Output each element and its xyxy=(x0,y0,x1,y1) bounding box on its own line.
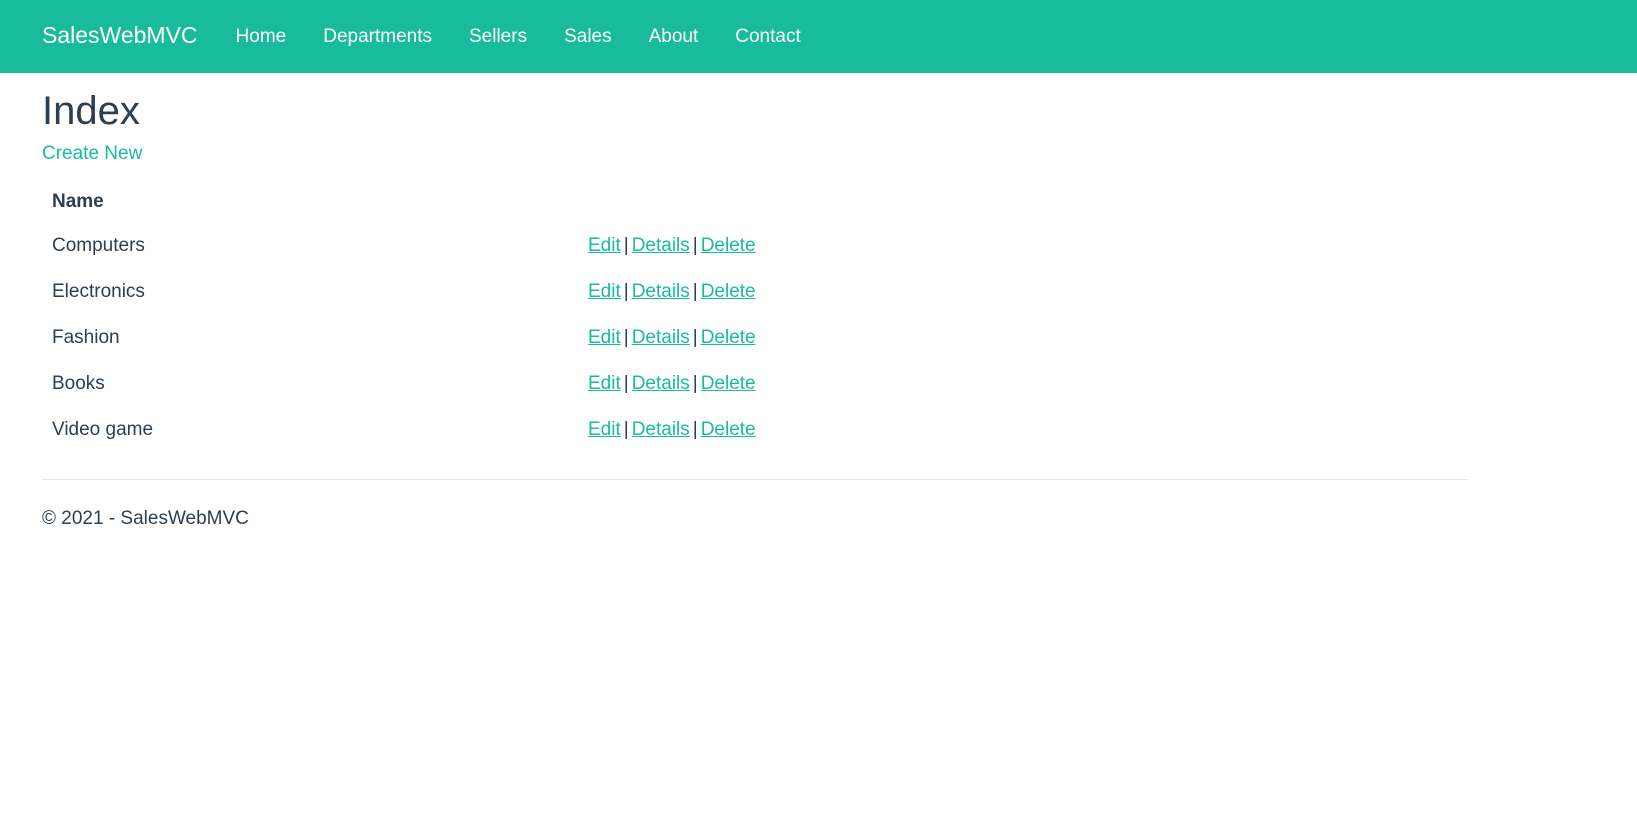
main-content: Index Create New Name Computers Edit | Det… xyxy=(0,87,1468,530)
table-row: Video game Edit | Details | Delete xyxy=(42,407,1468,453)
nav-item-sales[interactable]: Sales xyxy=(564,26,612,48)
delete-link[interactable]: Delete xyxy=(701,419,756,440)
separator: | xyxy=(623,281,629,302)
separator: | xyxy=(692,419,698,440)
edit-link[interactable]: Edit xyxy=(588,419,621,440)
name-column-header: Name xyxy=(52,191,104,212)
nav-item-departments[interactable]: Departments xyxy=(323,26,432,48)
footer-text: © 2021 - SalesWebMVC xyxy=(42,508,249,529)
table-row: Electronics Edit | Details | Delete xyxy=(42,269,1468,315)
details-link[interactable]: Details xyxy=(632,419,690,440)
row-actions: Edit | Details | Delete xyxy=(578,315,1468,361)
nav-item-sellers[interactable]: Sellers xyxy=(469,26,527,48)
edit-link[interactable]: Edit xyxy=(588,235,621,256)
separator: | xyxy=(692,373,698,394)
table-header-row: Name xyxy=(42,181,1468,223)
edit-link[interactable]: Edit xyxy=(588,281,621,302)
table-row: Fashion Edit | Details | Delete xyxy=(42,315,1468,361)
row-actions: Edit | Details | Delete xyxy=(578,269,1468,315)
edit-link[interactable]: Edit xyxy=(588,373,621,394)
separator: | xyxy=(692,327,698,348)
page-title: Index xyxy=(42,89,140,133)
separator: | xyxy=(623,235,629,256)
row-actions: Edit | Details | Delete xyxy=(578,407,1468,453)
details-link[interactable]: Details xyxy=(632,235,690,256)
table-row: Books Edit | Details | Delete xyxy=(42,361,1468,407)
nav-item-contact[interactable]: Contact xyxy=(735,26,800,48)
create-new-link[interactable]: Create New xyxy=(42,143,142,165)
department-name: Electronics xyxy=(52,281,145,302)
delete-link[interactable]: Delete xyxy=(701,235,756,256)
delete-link[interactable]: Delete xyxy=(701,327,756,348)
departments-table: Name Computers Edit | Details | Delete Elect… xyxy=(42,181,1468,453)
delete-link[interactable]: Delete xyxy=(701,281,756,302)
separator: | xyxy=(623,327,629,348)
department-name: Computers xyxy=(52,235,145,256)
row-actions: Edit | Details | Delete xyxy=(578,223,1468,269)
department-name: Fashion xyxy=(52,327,120,348)
nav-item-about[interactable]: About xyxy=(649,26,699,48)
separator: | xyxy=(692,235,698,256)
brand-link[interactable]: SalesWebMVC xyxy=(42,22,198,49)
actions-column-header xyxy=(578,181,1468,223)
details-link[interactable]: Details xyxy=(632,281,690,302)
footer-divider xyxy=(42,479,1468,480)
separator: | xyxy=(692,281,698,302)
row-actions: Edit | Details | Delete xyxy=(578,361,1468,407)
details-link[interactable]: Details xyxy=(632,327,690,348)
separator: | xyxy=(623,373,629,394)
table-row: Computers Edit | Details | Delete xyxy=(42,223,1468,269)
separator: | xyxy=(623,419,629,440)
department-name: Video game xyxy=(52,419,154,440)
edit-link[interactable]: Edit xyxy=(588,327,621,348)
department-name: Books xyxy=(52,373,105,394)
delete-link[interactable]: Delete xyxy=(701,373,756,394)
navbar: SalesWebMVC Home Departments Sellers Sal… xyxy=(0,0,1637,73)
nav-item-home[interactable]: Home xyxy=(236,26,287,48)
details-link[interactable]: Details xyxy=(632,373,690,394)
